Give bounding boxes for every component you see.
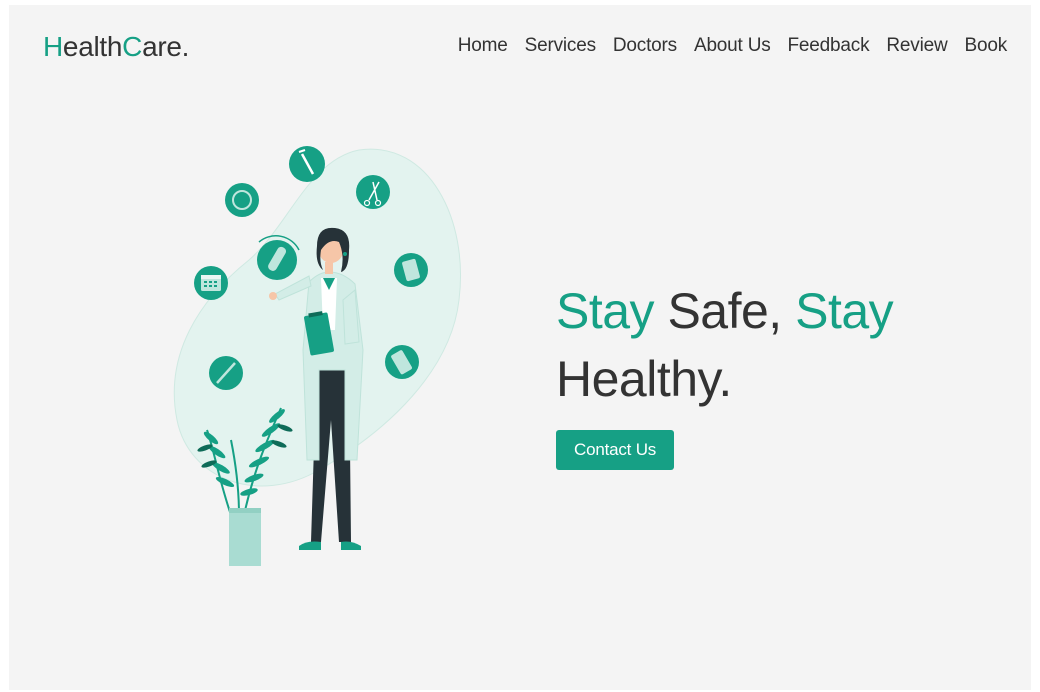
nav-services[interactable]: Services — [525, 35, 596, 57]
hero-section: Stay Safe, Stay Healthy. Contact Us — [556, 277, 996, 470]
hero-word-healthy: Healthy. — [556, 351, 732, 407]
hero-word-stay-2: Stay — [795, 283, 894, 339]
nav-book[interactable]: Book — [964, 35, 1007, 57]
calendar-icon — [194, 266, 228, 300]
logo-text-are: are. — [142, 31, 190, 62]
nav-review[interactable]: Review — [886, 35, 947, 57]
nav-doctors[interactable]: Doctors — [613, 35, 677, 57]
hero-word-stay-1: Stay — [556, 283, 655, 339]
header: HealthCare. Home Services Doctors About … — [9, 5, 1031, 91]
nav-feedback[interactable]: Feedback — [788, 35, 870, 57]
doctor-illustration — [173, 146, 461, 566]
plant-pot — [229, 508, 261, 566]
logo-text-ealth: ealth — [62, 31, 123, 62]
pill-bottle-icon — [394, 253, 428, 287]
ring-icon — [225, 183, 259, 217]
hero-illustration — [159, 130, 469, 570]
main-nav: Home Services Doctors About Us Feedback … — [441, 35, 1007, 57]
contact-us-button[interactable]: Contact Us — [556, 430, 675, 470]
logo-initial-c: C — [122, 31, 143, 62]
page: HealthCare. Home Services Doctors About … — [9, 5, 1031, 690]
logo-initial-h: H — [43, 31, 63, 62]
scissors-icon — [356, 175, 390, 209]
nav-about-us[interactable]: About Us — [694, 35, 771, 57]
bandage-icon — [209, 356, 243, 390]
nav-home[interactable]: Home — [458, 35, 508, 57]
hero-heading: Stay Safe, Stay Healthy. — [556, 277, 996, 413]
syringe-icon — [289, 146, 325, 182]
logo[interactable]: HealthCare. — [43, 31, 189, 63]
pill-blister-icon — [385, 345, 419, 379]
hero-word-safe: Safe, — [654, 283, 796, 339]
